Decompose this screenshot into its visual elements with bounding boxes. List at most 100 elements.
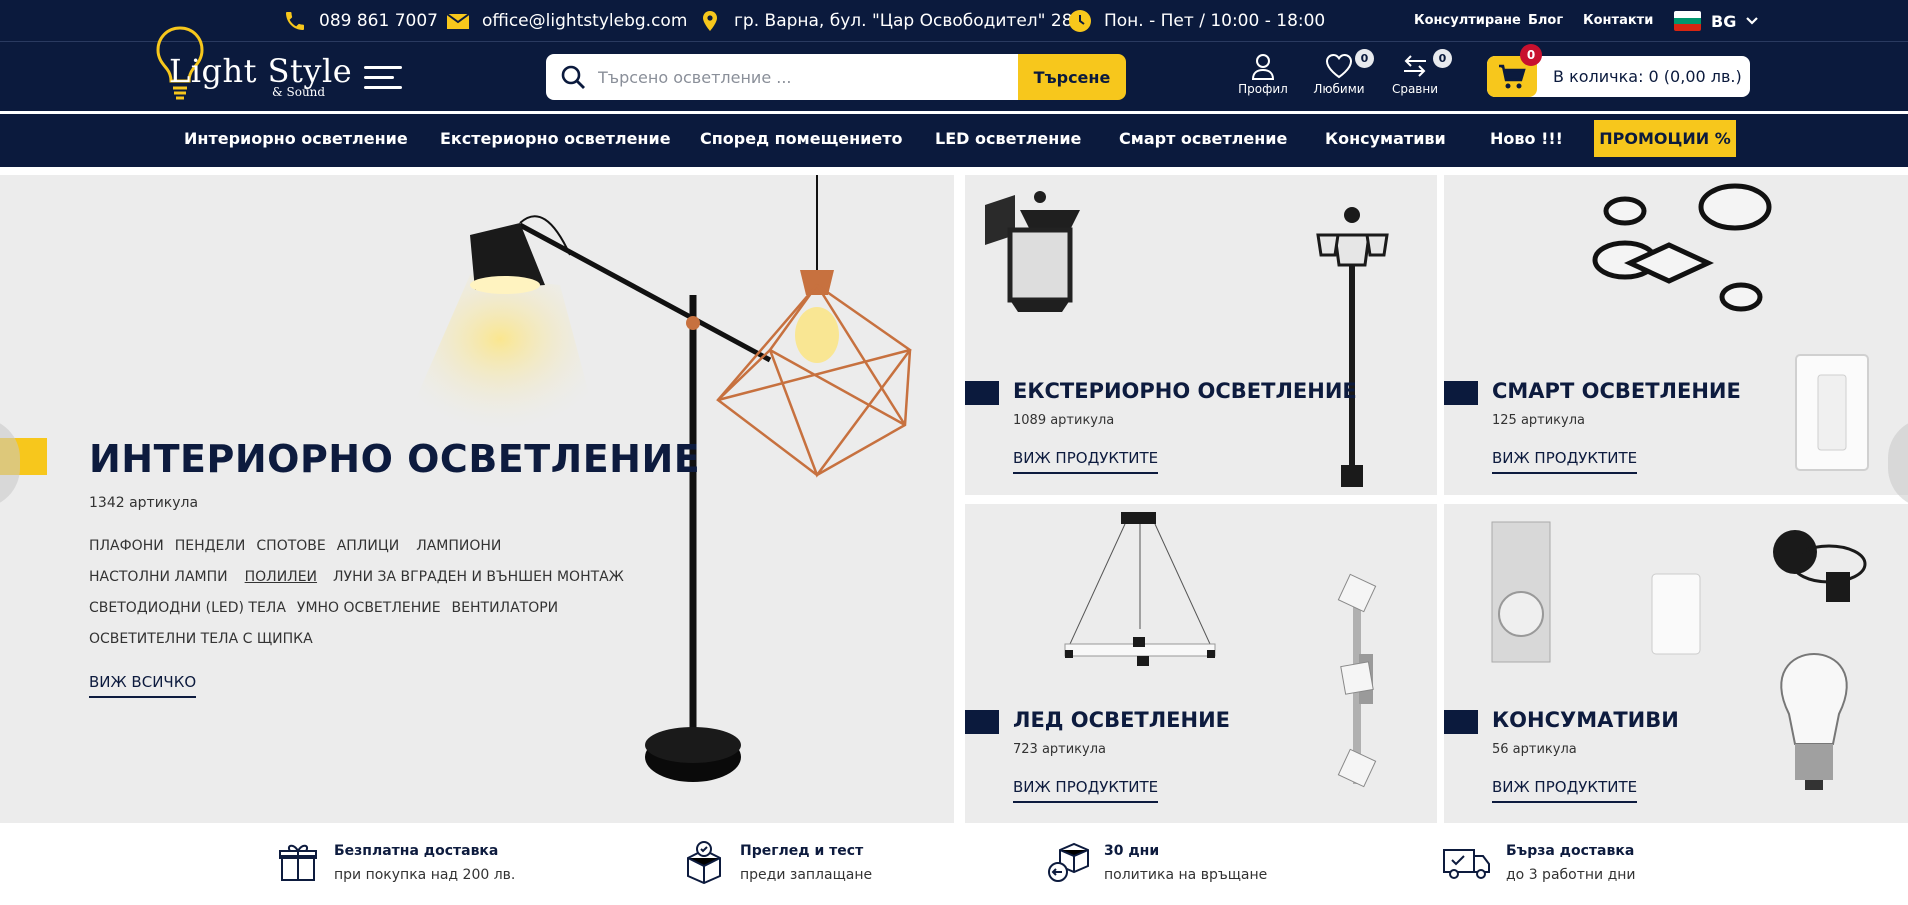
card-item-count: 1089 артикула: [1013, 413, 1115, 428]
search-field-wrap: [546, 54, 1018, 100]
category-link[interactable]: ОСВЕТИТЕЛНИ ТЕЛА С ЩИПКА: [89, 631, 313, 647]
email-contact[interactable]: office@lightstylebg.com: [446, 0, 687, 42]
hero-interior-banner[interactable]: ИНТЕРИОРНО ОСВЕТЛЕНИЕ 1342 артикула ПЛАФ…: [0, 175, 954, 823]
phone-text: 089 861 7007: [319, 11, 438, 31]
truck-icon: [1443, 849, 1490, 879]
menu-burger-icon[interactable]: [364, 66, 402, 90]
nav-consumables[interactable]: Консумативи: [1325, 114, 1446, 163]
hero-item-count: 1342 артикула: [89, 495, 199, 511]
card-title: ЕКСТЕРИОРНО ОСВЕТЛЕНИЕ: [1013, 379, 1357, 403]
exterior-lamps-image: [985, 191, 1389, 487]
category-link[interactable]: ЛАМПИОНИ: [416, 538, 501, 554]
card-title: КОНСУМАТИВИ: [1492, 708, 1679, 732]
chevron-down-icon: [1746, 17, 1759, 25]
gift-icon: [279, 844, 317, 881]
shopping-cart-icon: [1499, 64, 1526, 88]
card-title: ЛЕД ОСВЕТЛЕНИЕ: [1013, 708, 1231, 732]
category-link[interactable]: НАСТОЛНИ ЛАМПИ: [89, 569, 228, 585]
nav-new[interactable]: Ново !!!: [1490, 114, 1563, 163]
hours-text: Пон. - Пет / 10:00 - 18:00: [1104, 11, 1326, 31]
category-link[interactable]: АПЛИЦИ: [337, 538, 399, 554]
address-text: гр. Варна, бул. "Цар Освободител" 289: [734, 11, 1084, 31]
nav-led-lighting[interactable]: LED осветление: [935, 114, 1081, 163]
nav-exterior-lighting[interactable]: Екстериорно осветление: [440, 114, 671, 163]
see-all-link[interactable]: ВИЖ ВСИЧКО: [89, 673, 197, 698]
search-input[interactable]: [598, 67, 1018, 87]
favorites-label: Любими: [1313, 82, 1365, 96]
category-link[interactable]: ПЕНДЕЛИ: [175, 538, 246, 554]
benefit-title: 30 дни: [1104, 843, 1160, 859]
address-contact[interactable]: гр. Варна, бул. "Цар Освободител" 289: [698, 0, 1083, 42]
consumables-image: [1491, 521, 1867, 790]
email-text: office@lightstylebg.com: [482, 11, 688, 31]
language-label: BG: [1711, 11, 1737, 31]
nav-promotions[interactable]: ПРОМОЦИИ %: [1594, 120, 1736, 157]
nav-smart-lighting[interactable]: Смарт осветление: [1119, 114, 1287, 163]
compare-label: Сравни: [1391, 82, 1439, 96]
profile-label: Профил: [1238, 82, 1288, 96]
benefit-text: при покупка над 200 лв.: [334, 867, 516, 883]
benefits-strip: Безплатна доставка при покупка над 200 лв…: [0, 823, 1908, 905]
category-card-led[interactable]: ЛЕД ОСВЕТЛЕНИЕ 723 артикула ВИЖ ПРОДУКТИ…: [965, 504, 1437, 824]
view-products-link[interactable]: ВИЖ ПРОДУКТИТЕ: [1492, 449, 1638, 474]
nav-divider: [0, 163, 1908, 167]
link-contacts[interactable]: Контакти: [1583, 0, 1653, 40]
compare-button[interactable]: Сравни 0: [1380, 49, 1452, 102]
profile-button[interactable]: Профил: [1228, 52, 1298, 102]
category-card-exterior[interactable]: ЕКСТЕРИОРНО ОСВЕТЛЕНИЕ 1089 артикула ВИЖ…: [965, 175, 1437, 495]
category-link[interactable]: УМНО ОСВЕТЛЕНИЕ: [297, 600, 441, 616]
category-link[interactable]: ВЕНТИЛАТОРИ: [452, 600, 559, 616]
category-link[interactable]: ЛУНИ ЗА ВГРАДЕН И ВЪНШЕН МОНТАЖ: [333, 569, 624, 585]
search-bar: Търсене: [546, 54, 1126, 100]
bg-flag-icon: [1674, 11, 1701, 31]
view-products-link[interactable]: ВИЖ ПРОДУКТИТЕ: [1492, 778, 1638, 803]
search-icon: [561, 65, 585, 89]
category-card-smart[interactable]: СМАРТ ОСВЕТЛЕНИЕ 125 артикула ВИЖ ПРОДУК…: [1444, 175, 1908, 495]
hero-category-links: ПЛАФОНИ ПЕНДЕЛИ СПОТОВЕ АПЛИЦИ ЛАМПИОНИ …: [89, 530, 624, 654]
nav-by-room[interactable]: Според помещението: [700, 114, 902, 163]
category-link[interactable]: СПОТОВЕ: [256, 538, 325, 554]
working-hours: Пон. - Пет / 10:00 - 18:00: [1068, 0, 1325, 42]
compare-arrows-icon: [1404, 55, 1426, 77]
location-pin-icon: [703, 11, 717, 31]
main-navigation: Интериорно осветление Екстериорно осветл…: [0, 111, 1908, 163]
clock-icon: [1069, 10, 1091, 32]
favorites-button[interactable]: Любими 0: [1304, 49, 1374, 102]
compare-count-badge: 0: [1433, 49, 1452, 68]
user-icon: [1251, 54, 1275, 80]
card-accent-square: [1444, 381, 1478, 405]
language-selector[interactable]: BG: [1674, 8, 1759, 34]
category-link-active[interactable]: ПОЛИЛЕИ: [245, 569, 317, 585]
nav-interior-lighting[interactable]: Интериорно осветление: [184, 114, 408, 163]
benefit-text: преди заплащане: [740, 867, 873, 883]
favorites-count-badge: 0: [1355, 49, 1374, 68]
category-link[interactable]: СВЕТОДИОДНИ (LED) ТЕЛА: [89, 600, 286, 616]
category-link-row: ОСВЕТИТЕЛНИ ТЕЛА С ЩИПКА: [89, 623, 609, 654]
card-item-count: 723 артикула: [1013, 742, 1107, 757]
hero-title: ИНТЕРИОРНО ОСВЕТЛЕНИЕ: [89, 437, 701, 481]
cart-button[interactable]: 0 В количка: 0 (0,00 лв.): [1487, 44, 1750, 97]
mail-icon: [446, 13, 470, 29]
benefit-title: Бърза доставка: [1506, 843, 1635, 859]
return-box-icon: [1048, 842, 1089, 882]
category-link[interactable]: ПЛАФОНИ: [89, 538, 164, 554]
card-item-count: 56 артикула: [1492, 742, 1577, 757]
card-item-count: 125 артикула: [1492, 413, 1586, 428]
benefit-returns: 30 дни политика на връщане: [1046, 840, 1267, 890]
benefit-inspect: Преглед и тест преди заплащане: [682, 840, 872, 890]
link-consulting[interactable]: Консултиране: [1414, 0, 1521, 40]
category-link-row: НАСТОЛНИ ЛАМПИ ПОЛИЛЕИ ЛУНИ ЗА ВГРАДЕН И…: [89, 561, 624, 592]
led-lamps-image: [1064, 512, 1377, 788]
category-card-consumables[interactable]: КОНСУМАТИВИ 56 артикула ВИЖ ПРОДУКТИТЕ: [1444, 504, 1908, 824]
search-button[interactable]: Търсене: [1018, 54, 1126, 100]
view-products-link[interactable]: ВИЖ ПРОДУКТИТЕ: [1013, 778, 1159, 803]
site-logo[interactable]: Light Style & Sound: [152, 22, 352, 104]
link-blog[interactable]: Блог: [1528, 0, 1563, 40]
heart-icon: [1325, 53, 1353, 79]
smart-lamps-image: [1592, 183, 1869, 471]
benefit-fast-delivery: Бърза доставка до 3 работни дни: [1442, 840, 1636, 890]
view-products-link[interactable]: ВИЖ ПРОДУКТИТЕ: [1013, 449, 1159, 474]
benefit-text: политика на връщане: [1104, 867, 1268, 883]
benefit-free-delivery: Безплатна доставка при покупка над 200 лв…: [276, 840, 515, 890]
box-check-icon: [687, 841, 721, 884]
